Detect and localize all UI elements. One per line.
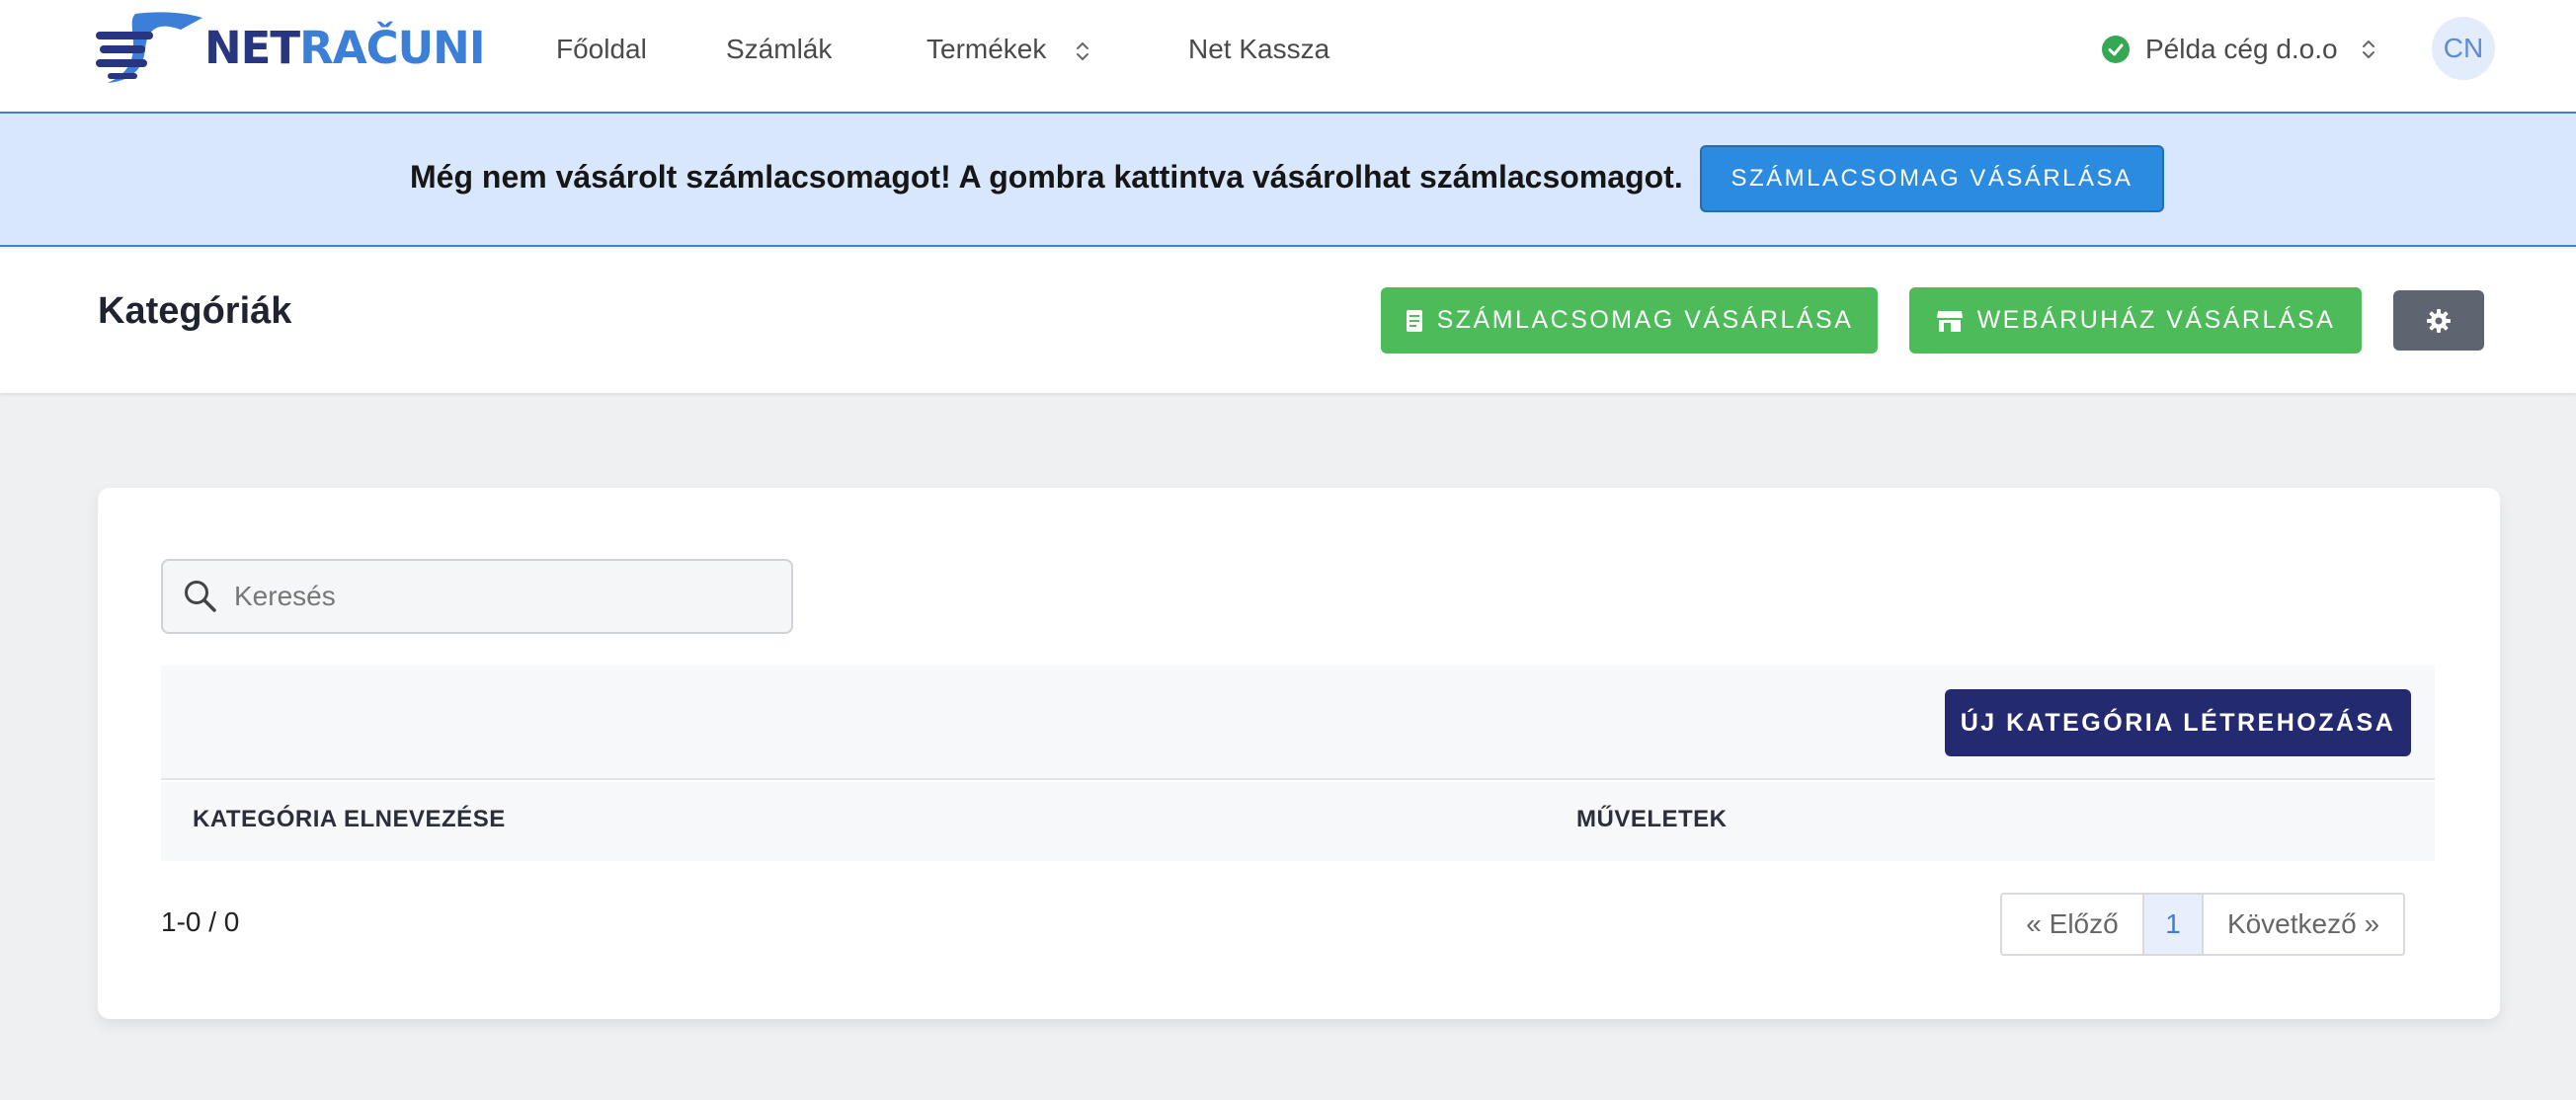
search-input[interactable] <box>234 581 767 612</box>
buy-webshop-button[interactable]: WEBÁRUHÁZ VÁSÁRLÁSA <box>1909 287 2362 354</box>
receipt-icon <box>1406 309 1422 332</box>
pagination-page-1[interactable]: 1 <box>2142 895 2202 954</box>
logo-mark-icon <box>96 12 202 83</box>
new-category-button[interactable]: ÚJ KATEGÓRIA LÉTREHOZÁSA <box>1945 689 2411 756</box>
check-circle-icon <box>2102 36 2130 63</box>
table-header: KATEGÓRIA ELNEVEZÉSE MŰVELETEK <box>161 782 2435 861</box>
logo-text: NETRAČUNI <box>204 21 486 74</box>
user-avatar[interactable]: CN <box>2432 17 2495 80</box>
company-selector[interactable]: Példa cég d.o.o <box>2102 30 2375 69</box>
page-header: Kategóriák SZÁMLACSOMAG VÁSÁRLÁSA WEBÁRU… <box>0 249 2576 393</box>
categories-card: ÚJ KATEGÓRIA LÉTREHOZÁSA KATEGÓRIA ELNEV… <box>98 488 2500 1019</box>
buy-package-label: SZÁMLACSOMAG VÁSÁRLÁSA <box>1436 306 1854 334</box>
search-icon <box>185 581 216 612</box>
table-toolbar: ÚJ KATEGÓRIA LÉTREHOZÁSA <box>161 666 2435 780</box>
notice-banner: Még nem vásárolt számlacsomagot! A gombr… <box>0 114 2576 247</box>
settings-button[interactable] <box>2393 290 2484 351</box>
search-box[interactable] <box>161 559 793 634</box>
nav-item-products[interactable]: Termékek <box>926 30 1089 69</box>
banner-message: Még nem vásárolt számlacsomagot! A gombr… <box>410 159 1683 195</box>
column-header-category-name: KATEGÓRIA ELNEVEZÉSE <box>193 806 506 832</box>
gear-icon <box>2427 308 2451 333</box>
store-icon <box>1936 310 1963 332</box>
nav-item-products-label: Termékek <box>926 34 1047 64</box>
page-title: Kategóriák <box>98 290 292 332</box>
banner-buy-package-button[interactable]: SZÁMLACSOMAG VÁSÁRLÁSA <box>1700 145 2164 212</box>
pagination-prev[interactable]: « Előző <box>2002 895 2142 954</box>
nav-item-invoices[interactable]: Számlák <box>726 30 832 69</box>
nav-item-net-kassza[interactable]: Net Kassza <box>1188 30 1329 69</box>
netracuni-logo[interactable]: NETRAČUNI <box>96 10 486 85</box>
results-count: 1-0 / 0 <box>161 906 240 937</box>
company-name: Példa cég d.o.o <box>2145 34 2338 64</box>
pagination: « Előző 1 Következő » <box>2000 893 2405 956</box>
top-navbar: NETRAČUNI Főoldal Számlák Termékek Net K… <box>0 0 2576 114</box>
pagination-next[interactable]: Következő » <box>2202 895 2403 954</box>
nav-item-home[interactable]: Főoldal <box>556 30 647 69</box>
column-header-actions: MŰVELETEK <box>1576 806 1728 832</box>
chevron-updown-icon <box>1077 41 1089 60</box>
buy-package-button[interactable]: SZÁMLACSOMAG VÁSÁRLÁSA <box>1381 287 1878 354</box>
chevron-updown-icon <box>2362 40 2375 58</box>
buy-webshop-label: WEBÁRUHÁZ VÁSÁRLÁSA <box>1976 306 2336 334</box>
